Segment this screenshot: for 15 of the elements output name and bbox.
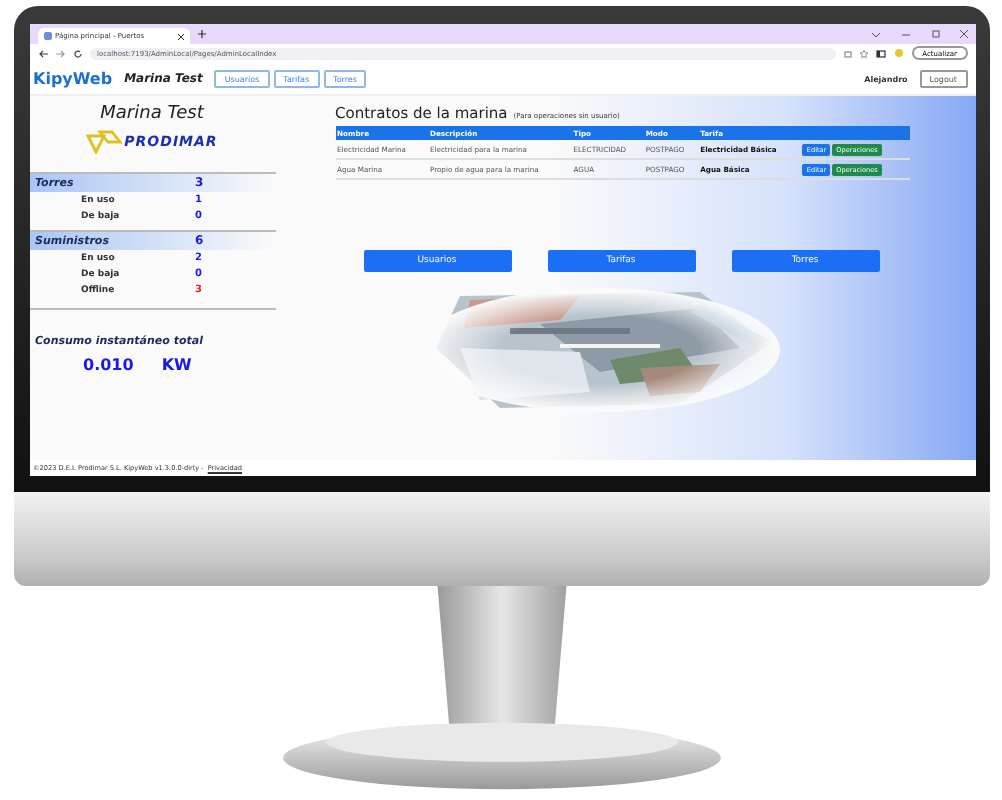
logo-icon (86, 130, 123, 154)
close-icon[interactable] (959, 30, 967, 38)
sidebar-icon[interactable] (876, 49, 887, 57)
reload-icon[interactable] (73, 49, 81, 57)
plus-icon[interactable] (197, 30, 205, 38)
brand-logo: KipyWeb (33, 69, 113, 87)
consumption-value: 0.010 (83, 356, 134, 374)
marina-title: Marina Test (98, 104, 207, 124)
back-icon[interactable] (37, 49, 47, 57)
consumption-unit: KW (161, 356, 192, 374)
close-icon[interactable] (177, 33, 183, 39)
forward-icon[interactable] (55, 49, 65, 57)
star-icon[interactable] (860, 49, 869, 57)
page-icon (43, 32, 51, 40)
maximize-icon[interactable] (931, 30, 939, 38)
